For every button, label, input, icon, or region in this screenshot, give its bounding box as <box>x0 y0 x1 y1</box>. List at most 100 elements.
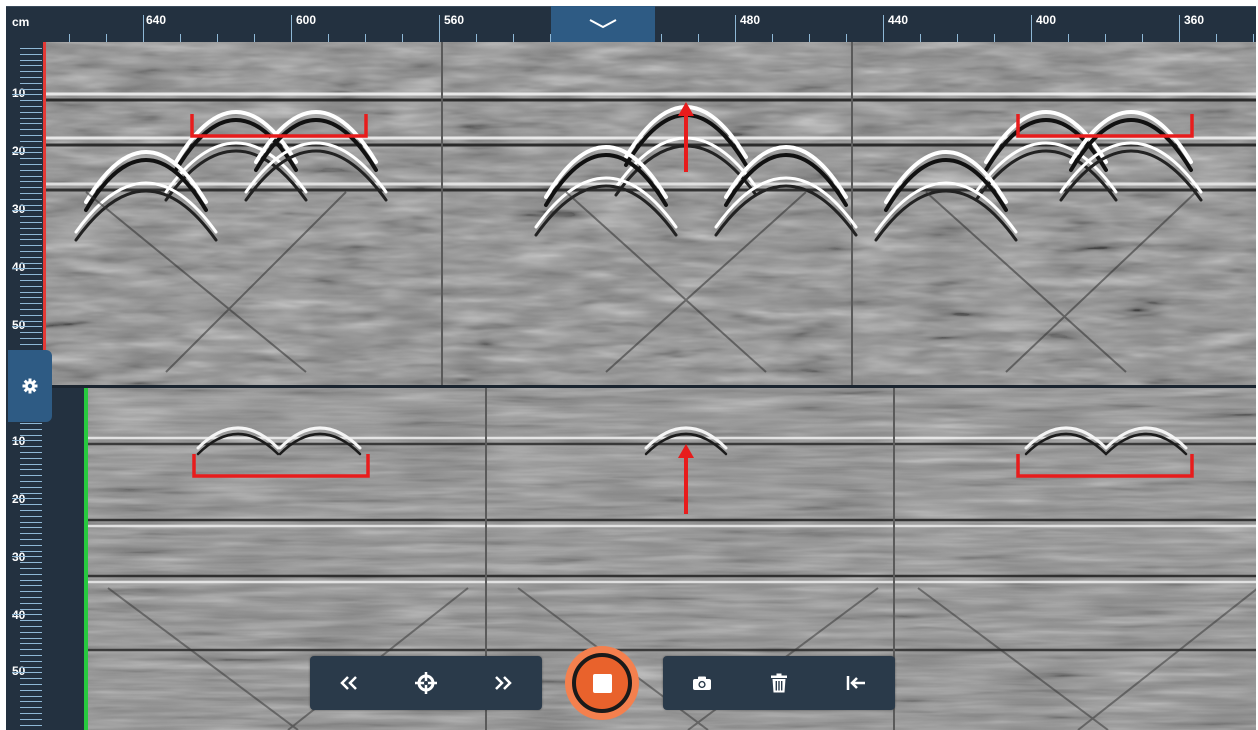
depth-ruler-top: 10 20 30 40 50 <box>6 42 42 386</box>
stop-button-inner <box>572 653 632 713</box>
depth-tick <box>12 210 42 211</box>
depth-tick <box>20 585 42 586</box>
ruler-tick <box>1179 15 1180 43</box>
navigation-toolbar <box>310 656 542 710</box>
radargram-image-top <box>46 42 1256 386</box>
depth-tick <box>20 280 42 281</box>
depth-tick <box>20 257 42 258</box>
depth-tick <box>20 199 42 200</box>
depth-tick <box>20 48 42 49</box>
depth-tick <box>12 94 42 95</box>
depth-tick <box>20 510 42 511</box>
fast-forward-button[interactable] <box>478 658 528 708</box>
depth-tick <box>20 164 42 165</box>
depth-tick <box>20 655 42 656</box>
depth-tick <box>20 713 42 714</box>
rewind-icon <box>339 676 357 690</box>
depth-tick <box>20 435 42 436</box>
jump-to-start-button[interactable] <box>831 658 881 708</box>
depth-tick <box>20 158 42 159</box>
depth-tick <box>20 181 42 182</box>
depth-tick <box>20 684 42 685</box>
ruler-tick <box>143 15 144 43</box>
depth-tick <box>20 60 42 61</box>
depth-tick <box>20 135 42 136</box>
depth-tick <box>20 141 42 142</box>
ruler-tick <box>291 15 292 43</box>
depth-tick <box>12 556 42 557</box>
depth-tick <box>20 522 42 523</box>
depth-tick <box>20 487 42 488</box>
depth-tick <box>20 603 42 604</box>
ruler-label-480: 480 <box>740 13 761 27</box>
depth-tick <box>20 112 42 113</box>
depth-tick <box>20 707 42 708</box>
depth-tick <box>20 303 42 304</box>
depth-tick <box>20 332 42 333</box>
depth-tick <box>12 326 42 327</box>
depth-tick <box>20 678 42 679</box>
depth-tick <box>20 77 42 78</box>
depth-tick <box>20 239 42 240</box>
depth-tick <box>12 268 42 269</box>
depth-tick <box>20 539 42 540</box>
depth-tick <box>12 672 42 673</box>
depth-tick <box>20 315 42 316</box>
ruler-unit-label: cm <box>12 15 30 29</box>
ruler-label-640: 640 <box>146 13 167 27</box>
depth-tick <box>20 187 42 188</box>
collapse-panel-button[interactable] <box>551 6 655 44</box>
depth-tick <box>20 193 42 194</box>
settings-button[interactable] <box>8 350 52 422</box>
depth-tick <box>20 609 42 610</box>
depth-tick <box>20 205 42 206</box>
depth-tick <box>20 297 42 298</box>
depth-tick <box>20 690 42 691</box>
ruler-tick <box>1031 15 1032 43</box>
delete-button[interactable] <box>754 658 804 708</box>
depth-tick <box>20 216 42 217</box>
depth-tick <box>20 251 42 252</box>
depth-tick <box>20 123 42 124</box>
depth-tick <box>20 452 42 453</box>
rewind-button[interactable] <box>324 658 374 708</box>
depth-tick <box>12 498 42 499</box>
depth-tick <box>20 429 42 430</box>
depth-tick <box>20 147 42 148</box>
screenshot-button[interactable] <box>677 658 727 708</box>
depth-tick <box>20 701 42 702</box>
stop-icon <box>592 673 612 693</box>
depth-tick <box>20 458 42 459</box>
depth-tick <box>20 632 42 633</box>
depth-tick <box>20 580 42 581</box>
depth-tick <box>20 446 42 447</box>
depth-tick <box>20 527 42 528</box>
depth-tick <box>20 423 42 424</box>
center-target-button[interactable] <box>401 658 451 708</box>
depth-tick <box>20 493 42 494</box>
depth-tick <box>20 620 42 621</box>
depth-tick <box>20 626 42 627</box>
depth-tick <box>20 129 42 130</box>
depth-tick <box>20 71 42 72</box>
depth-tick <box>20 475 42 476</box>
depth-tick <box>20 106 42 107</box>
radargram-top[interactable] <box>43 42 1256 386</box>
depth-ruler-bottom: 10 20 30 40 50 <box>6 388 42 730</box>
depth-tick <box>20 574 42 575</box>
depth-tick <box>20 469 42 470</box>
ruler-tick <box>883 15 884 43</box>
ruler-tick <box>735 15 736 43</box>
stop-recording-button[interactable] <box>565 646 639 720</box>
depth-tick <box>20 464 42 465</box>
depth-tick <box>20 245 42 246</box>
fast-forward-icon <box>495 676 513 690</box>
depth-tick <box>20 533 42 534</box>
crosshair-icon <box>414 672 437 694</box>
depth-tick <box>20 338 42 339</box>
depth-tick <box>20 591 42 592</box>
depth-tick <box>20 667 42 668</box>
depth-tick <box>20 545 42 546</box>
depth-tick <box>20 170 42 171</box>
ruler-label-440: 440 <box>888 13 909 27</box>
